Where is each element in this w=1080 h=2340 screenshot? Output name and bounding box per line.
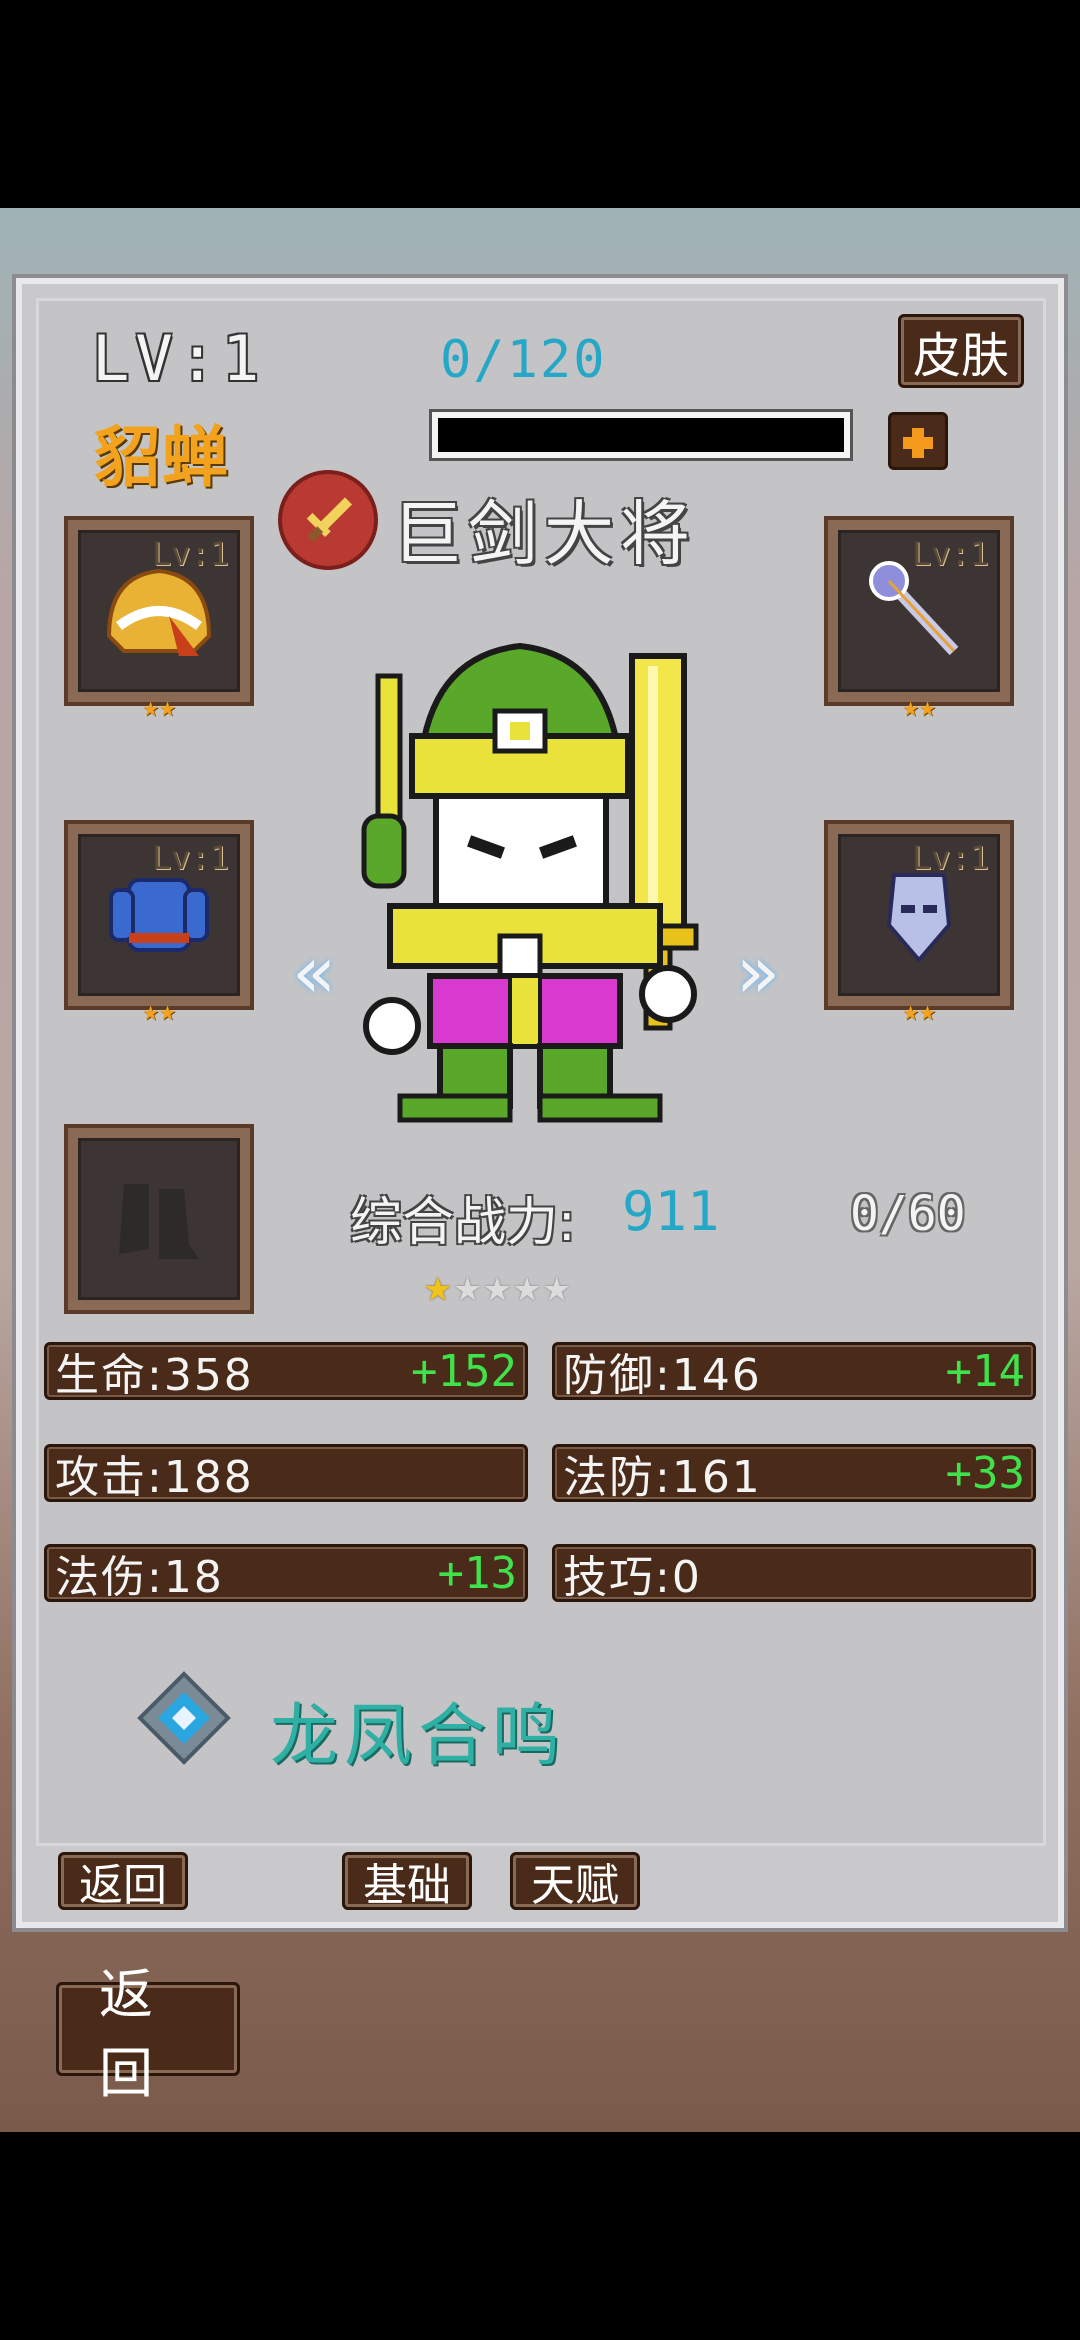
- star-empty-icon: ★: [483, 1258, 512, 1312]
- top-black-bar: [0, 0, 1080, 208]
- hero-sprite: [361, 642, 699, 1123]
- stat-defense: 防御:146 +14: [552, 1342, 1036, 1401]
- stat-skill: 技巧:0: [552, 1544, 1036, 1603]
- hero-name: 貂蝉: [94, 419, 230, 496]
- next-hero-arrow-icon[interactable]: »: [736, 930, 780, 1014]
- diamond-icon[interactable]: [136, 1670, 232, 1766]
- equip-level: Lv:1: [151, 535, 229, 573]
- shard-count: 0/60: [850, 1186, 966, 1242]
- equip-slot-armor[interactable]: Lv:1 ★★: [64, 820, 254, 1027]
- stat-hp: 生命:358 +152: [44, 1342, 528, 1401]
- stat-magic-damage: 法伤:18 +13: [44, 1544, 528, 1603]
- star-filled-icon: ★: [424, 1258, 452, 1312]
- bond-name[interactable]: 龙凤合鸣: [270, 1680, 566, 1779]
- sword-icon: [306, 497, 353, 542]
- power-label: 综合战力:: [350, 1193, 576, 1253]
- equip-stars: ★★: [902, 994, 936, 1027]
- bottom-black-bar: [0, 2132, 1080, 2340]
- equip-slot-weapon[interactable]: Lv:1 ★★: [824, 516, 1014, 723]
- equip-stars: ★★: [902, 690, 936, 723]
- class-name: 巨剑大将: [392, 493, 696, 575]
- star-rating: ★ ★ ★ ★ ★: [424, 1258, 571, 1312]
- prev-hero-arrow-icon[interactable]: «: [292, 930, 336, 1014]
- equip-stars: ★★: [142, 690, 176, 723]
- boots-icon: [119, 1184, 199, 1259]
- equip-level: Lv:1: [911, 535, 989, 573]
- equip-slot-helmet[interactable]: Lv:1 ★★: [64, 516, 254, 723]
- class-badge: [278, 470, 378, 570]
- power-value: 911: [622, 1180, 720, 1243]
- stat-attack: 攻击:188: [44, 1444, 528, 1503]
- tab-basic[interactable]: 基础: [342, 1852, 472, 1911]
- equip-level: Lv:1: [911, 839, 989, 877]
- tab-talent[interactable]: 天赋: [510, 1852, 640, 1911]
- star-empty-icon: ★: [453, 1258, 482, 1312]
- back-button[interactable]: 返回: [58, 1852, 188, 1911]
- star-empty-icon: ★: [542, 1258, 571, 1312]
- exp-text: 0/120: [440, 330, 607, 390]
- hero-level: LV:1: [92, 322, 266, 395]
- equip-slot-accessory[interactable]: Lv:1 ★★: [824, 820, 1014, 1027]
- exp-bar: [432, 412, 850, 458]
- equip-slot-boots[interactable]: [64, 1124, 254, 1314]
- skin-button[interactable]: 皮肤: [898, 314, 1024, 388]
- bottom-back-button[interactable]: 返回: [56, 1963, 240, 2105]
- equip-stars: ★★: [142, 994, 176, 1027]
- star-empty-icon: ★: [513, 1258, 541, 1312]
- equip-level: Lv:1: [151, 839, 229, 877]
- stat-magic-defense: 法防:161 +33: [552, 1444, 1036, 1503]
- add-exp-button[interactable]: [888, 412, 948, 470]
